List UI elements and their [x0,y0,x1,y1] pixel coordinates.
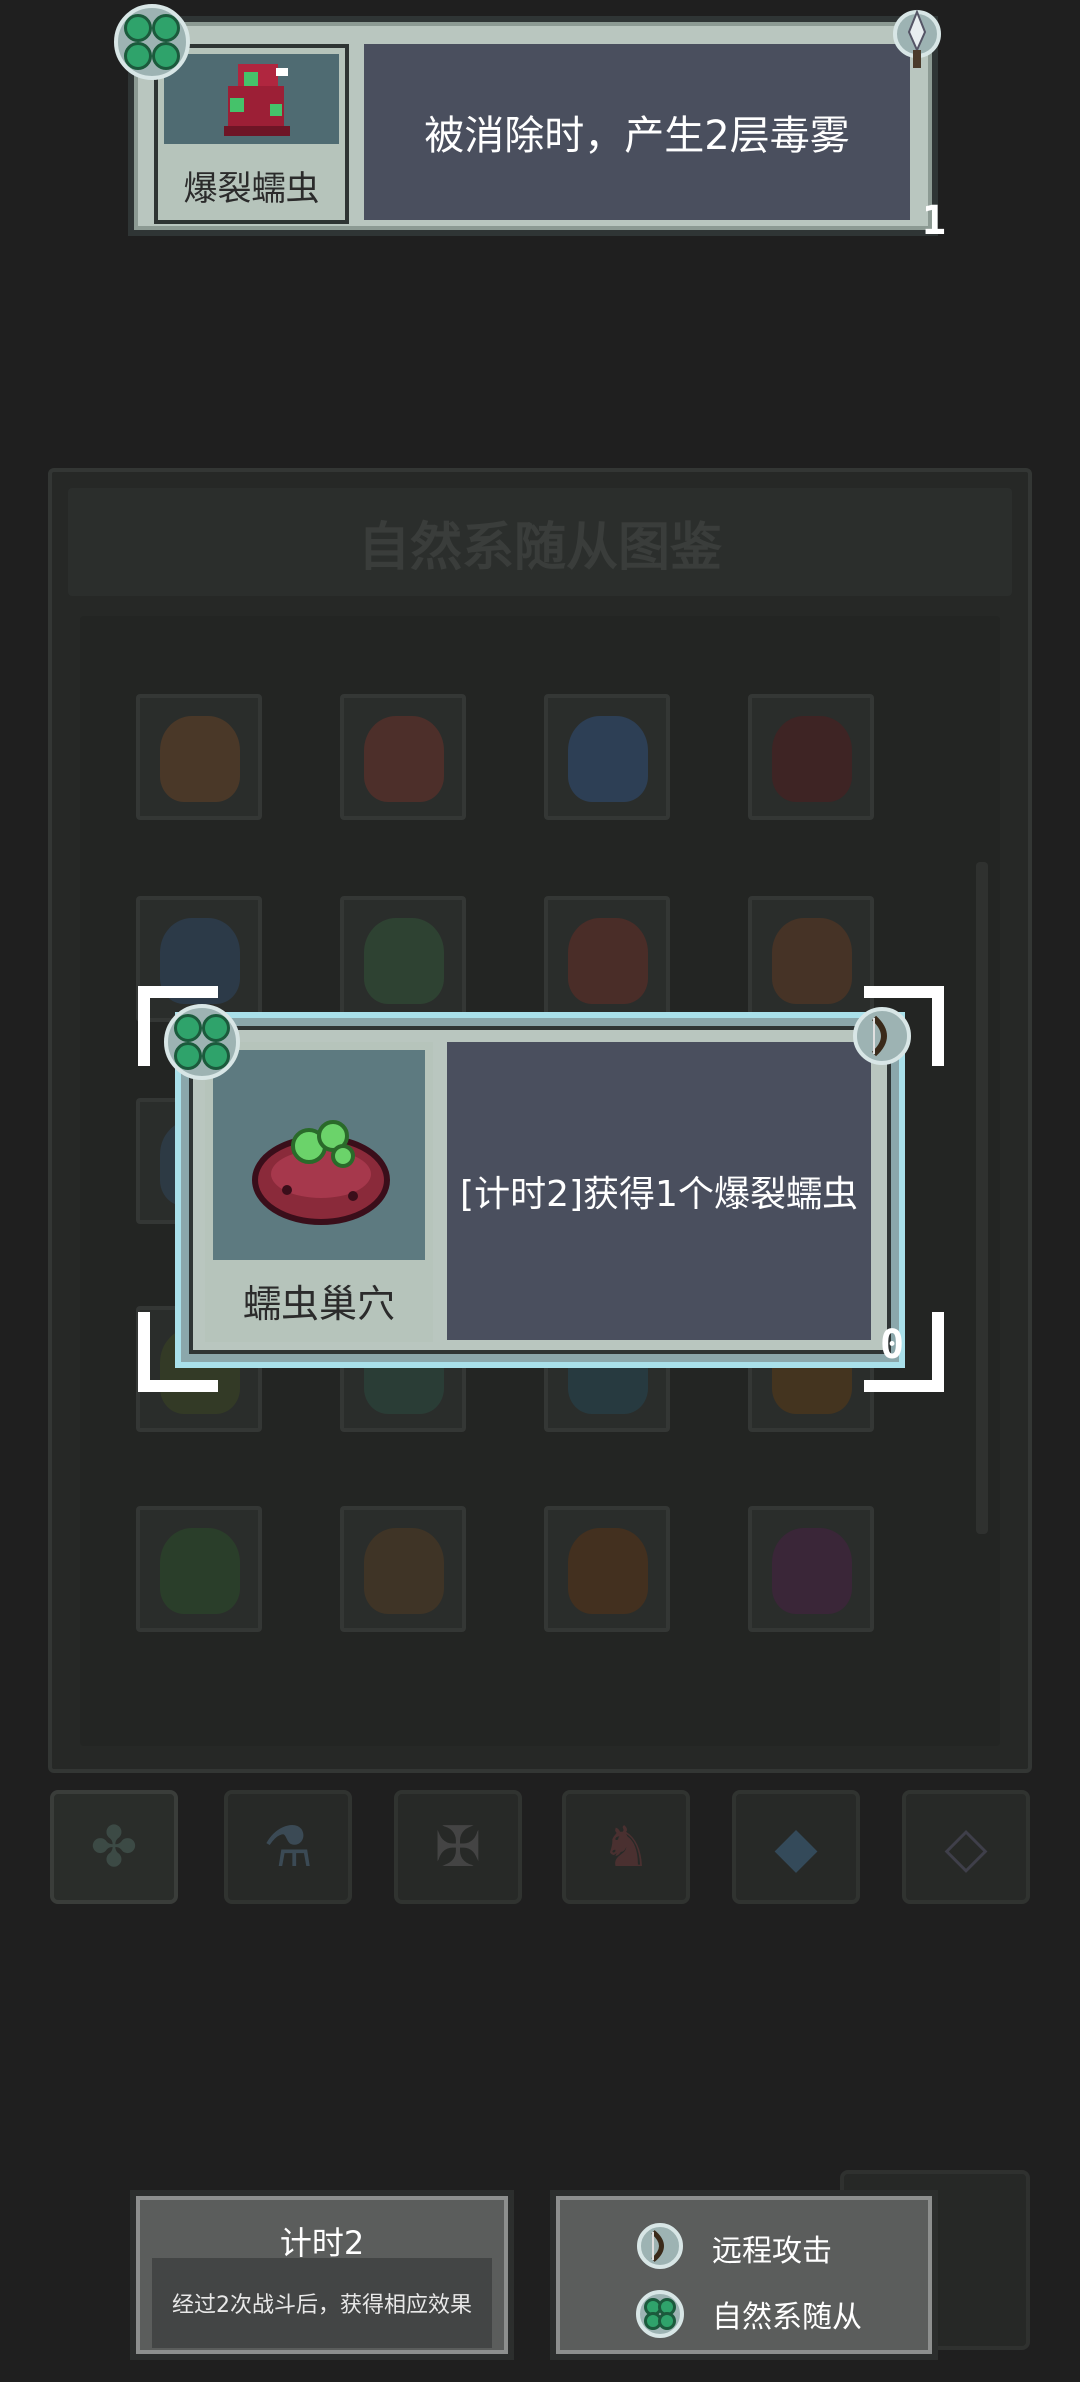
ranged-bow-icon [636,2220,684,2276]
keyword-tags-card: 远程攻击 自然系随从 [550,2190,938,2360]
worm-nest-art [213,1050,425,1260]
minion-slot[interactable] [544,1506,670,1632]
tab-beast[interactable]: ♞ [562,1790,690,1904]
tab-gem[interactable]: ◇ [902,1790,1030,1904]
tag-label: 远程攻击 [712,2234,832,2269]
encyclopedia-title: 自然系随从图鉴 [357,517,722,578]
tab-diamond[interactable]: ◆ [732,1790,860,1904]
clover-icon [636,2288,684,2340]
minion-portrait: 蠕虫巢穴 [205,1042,433,1342]
tag-ranged-attack: 远程攻击 [636,2220,832,2276]
tag-label: 自然系随从 [712,2300,862,2335]
top-minion-card[interactable]: 爆裂蠕虫 被消除时，产生2层毒雾 1 [128,16,946,244]
potion-icon: ⚗ [262,1814,314,1880]
selected-minion-card[interactable]: 蠕虫巢穴 [计时2]获得1个爆裂蠕虫 [175,1012,905,1368]
minion-description: [计时2]获得1个爆裂蠕虫 [447,1042,871,1340]
minion-name: 蠕虫巢穴 [242,1282,395,1326]
minion-slot[interactable] [748,694,874,820]
minion-description: 被消除时，产生2层毒雾 [364,44,910,220]
ranged-bow-icon [852,1004,912,1072]
minion-slot[interactable] [544,694,670,820]
encyclopedia-scrollbar[interactable] [976,862,988,1534]
minion-slot[interactable] [340,694,466,820]
minion-slot[interactable] [136,694,262,820]
clover-icon: ✤ [90,1814,138,1880]
gem-icon: ◇ [944,1814,988,1880]
tag-nature-minion: 自然系随从 [636,2288,862,2340]
diamond-icon: ◆ [774,1814,818,1880]
minion-slot[interactable] [340,1506,466,1632]
tab-rune[interactable]: ✠ [394,1790,522,1904]
tab-potion[interactable]: ⚗ [224,1790,352,1904]
minion-slot[interactable] [748,1506,874,1632]
minion-slot[interactable] [136,1506,262,1632]
keyword-description: 经过2次战斗后，获得相应效果 [152,2258,492,2348]
fox-icon: ♞ [600,1814,652,1880]
keyword-timer-card: 计时2 经过2次战斗后，获得相应效果 [130,2190,514,2360]
card-count: 1 [921,198,946,244]
burst-worm-art [164,54,339,144]
card-count: 0 [880,1322,905,1368]
minion-name: 爆裂蠕虫 [183,169,320,209]
rune-icon: ✠ [434,1814,482,1880]
sword-icon [892,4,942,78]
tab-nature[interactable]: ✤ [50,1790,178,1904]
